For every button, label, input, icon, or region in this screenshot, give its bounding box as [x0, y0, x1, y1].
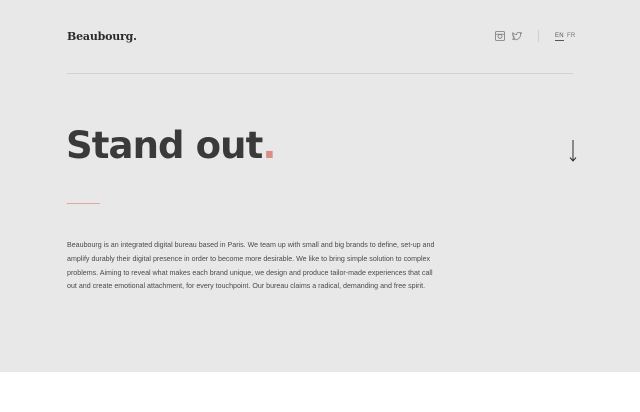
- hero-section: Beaubourg. EN FR Stand out. Beaubourg is…: [0, 0, 640, 372]
- intro-paragraph: Beaubourg is an integrated digital burea…: [67, 241, 435, 291]
- arrow-down-icon[interactable]: [568, 140, 578, 162]
- headline-text: Stand out: [66, 124, 263, 167]
- twitter-icon[interactable]: [512, 31, 522, 41]
- lang-fr-link[interactable]: FR: [567, 33, 575, 39]
- headline-dot: .: [262, 124, 276, 167]
- header-divider: [67, 73, 573, 74]
- lang-en-link[interactable]: EN: [555, 33, 564, 41]
- page-title: Stand out.: [66, 124, 276, 168]
- nav-divider: [538, 30, 539, 42]
- accent-divider: [67, 203, 100, 204]
- logo[interactable]: Beaubourg.: [67, 30, 137, 43]
- instagram-icon[interactable]: [495, 31, 505, 41]
